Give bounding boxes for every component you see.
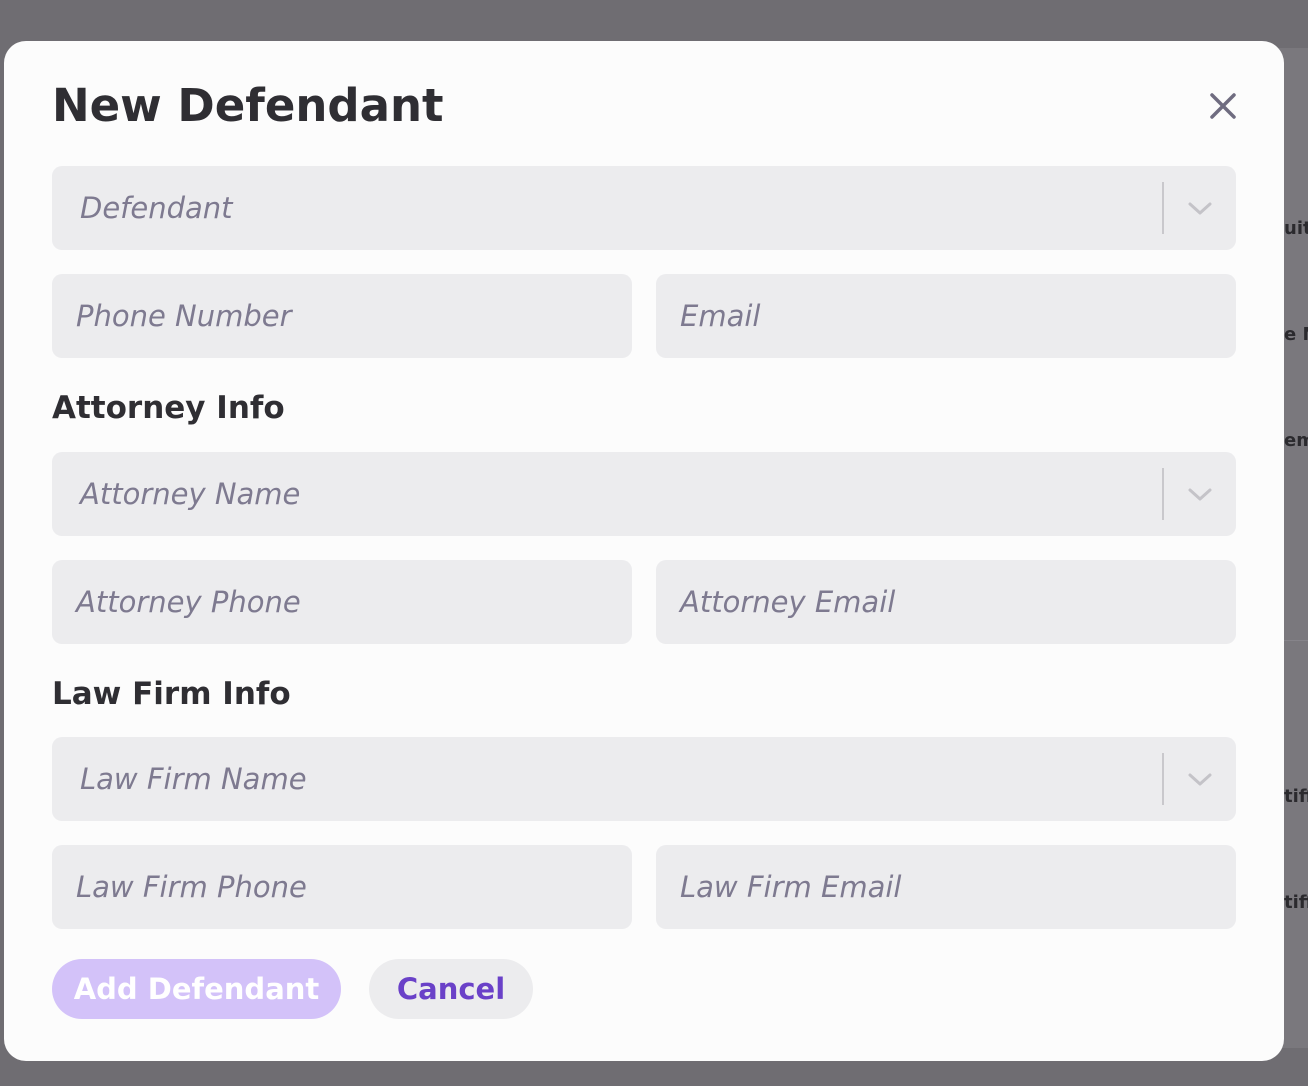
select-divider [1162,468,1164,520]
select-divider [1162,753,1164,805]
modal-title: New Defendant [52,79,444,132]
chevron-down-icon[interactable] [1186,767,1214,791]
chevron-down-icon[interactable] [1186,196,1214,220]
chevron-down-icon[interactable] [1186,482,1214,506]
select-divider [1162,182,1164,234]
attorney-phone-placeholder: Attorney Phone [76,585,301,619]
background-text: e N [1284,324,1308,345]
law-firm-name-select[interactable]: Law Firm Name [52,737,1236,821]
attorney-email-placeholder: Attorney Email [680,585,896,619]
email-field[interactable]: Email [656,274,1236,358]
cancel-button[interactable]: Cancel [369,959,533,1019]
attorney-name-select[interactable]: Attorney Name [52,452,1236,536]
defendant-select-placeholder: Defendant [80,191,233,225]
new-defendant-modal: New Defendant Defendant Phone Number Ema… [4,41,1284,1061]
law-firm-phone-placeholder: Law Firm Phone [76,870,307,904]
law-firm-phone-field[interactable]: Law Firm Phone [52,845,632,929]
phone-number-field[interactable]: Phone Number [52,274,632,358]
attorney-info-heading: Attorney Info [52,390,285,426]
law-firm-info-heading: Law Firm Info [52,676,291,712]
law-firm-name-placeholder: Law Firm Name [80,762,307,796]
close-button[interactable] [1204,87,1242,125]
background-text: tiff [1284,892,1308,913]
email-placeholder: Email [680,299,761,333]
law-firm-email-field[interactable]: Law Firm Email [656,845,1236,929]
defendant-select[interactable]: Defendant [52,166,1236,250]
attorney-phone-field[interactable]: Attorney Phone [52,560,632,644]
add-defendant-button[interactable]: Add Defendant [52,959,341,1019]
background-text: em [1284,430,1308,451]
background-text: uit [1284,218,1308,239]
attorney-email-field[interactable]: Attorney Email [656,560,1236,644]
phone-number-placeholder: Phone Number [76,299,292,333]
close-icon [1210,93,1236,119]
attorney-name-placeholder: Attorney Name [80,477,301,511]
background-text: tiff [1284,786,1308,807]
law-firm-email-placeholder: Law Firm Email [680,870,902,904]
